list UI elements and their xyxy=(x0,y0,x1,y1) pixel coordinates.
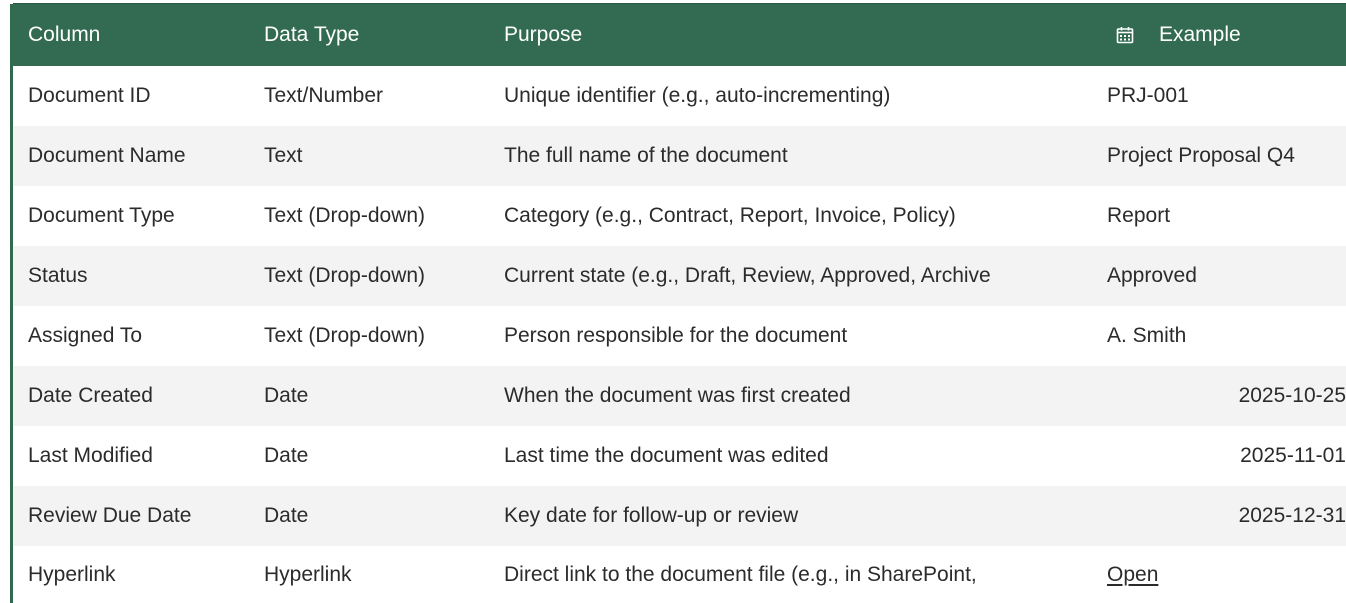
cell-purpose[interactable]: The full name of the document xyxy=(504,126,1106,186)
header-example-label: Example xyxy=(1159,23,1241,46)
cell-example[interactable]: 2025-12-31 xyxy=(1107,486,1346,546)
cell-column[interactable]: Status xyxy=(28,246,258,306)
cell-column[interactable]: Assigned To xyxy=(28,306,258,366)
table-row: Document ID Text/Number Unique identifie… xyxy=(13,66,1346,126)
cell-purpose[interactable]: Category (e.g., Contract, Report, Invoic… xyxy=(504,186,1106,246)
cell-column[interactable]: Date Created xyxy=(28,366,258,426)
table-row: Hyperlink Hyperlink Direct link to the d… xyxy=(13,546,1346,603)
cell-column[interactable]: Review Due Date xyxy=(28,486,258,546)
cell-data-type[interactable]: Date xyxy=(264,366,499,426)
cell-example[interactable]: Open xyxy=(1107,546,1346,603)
cell-purpose[interactable]: Last time the document was edited xyxy=(504,426,1106,486)
table-row: Status Text (Drop-down) Current state (e… xyxy=(13,246,1346,306)
cell-purpose[interactable]: Key date for follow-up or review xyxy=(504,486,1106,546)
cell-purpose[interactable]: Current state (e.g., Draft, Review, Appr… xyxy=(504,246,1106,306)
header-cell-purpose[interactable]: Purpose xyxy=(504,4,1106,66)
table-header-row: Column Data Type Purpose Example xyxy=(13,4,1346,66)
cell-purpose[interactable]: Unique identifier (e.g., auto-incrementi… xyxy=(504,66,1106,126)
cell-example[interactable]: Approved xyxy=(1107,246,1346,306)
cell-purpose[interactable]: When the document was first created xyxy=(504,366,1106,426)
header-cell-example[interactable]: Example xyxy=(1107,4,1346,66)
cell-data-type[interactable]: Hyperlink xyxy=(264,546,499,603)
cell-data-type[interactable]: Date xyxy=(264,426,499,486)
open-link[interactable]: Open xyxy=(1107,563,1158,587)
cell-purpose[interactable]: Person responsible for the document xyxy=(504,306,1106,366)
cell-example[interactable]: Project Proposal Q4 xyxy=(1107,126,1346,186)
cell-column[interactable]: Document ID xyxy=(28,66,258,126)
table-row: Document Type Text (Drop-down) Category … xyxy=(13,186,1346,246)
cell-data-type[interactable]: Text (Drop-down) xyxy=(264,306,499,366)
cell-data-type[interactable]: Text/Number xyxy=(264,66,499,126)
cell-data-type[interactable]: Text xyxy=(264,126,499,186)
cell-example[interactable]: PRJ-001 xyxy=(1107,66,1346,126)
table-row: Last Modified Date Last time the documen… xyxy=(13,426,1346,486)
calendar-icon xyxy=(1115,25,1135,45)
cell-data-type[interactable]: Text (Drop-down) xyxy=(264,186,499,246)
table-row: Review Due Date Date Key date for follow… xyxy=(13,486,1346,546)
header-cell-data-type[interactable]: Data Type xyxy=(264,4,499,66)
spreadsheet-table: Column Data Type Purpose Example Documen… xyxy=(0,0,1346,603)
cell-example[interactable]: 2025-11-01 xyxy=(1107,426,1346,486)
cell-column[interactable]: Hyperlink xyxy=(28,546,258,603)
cell-example[interactable]: Report xyxy=(1107,186,1346,246)
cell-column[interactable]: Document Type xyxy=(28,186,258,246)
cell-column[interactable]: Document Name xyxy=(28,126,258,186)
cell-example[interactable]: A. Smith xyxy=(1107,306,1346,366)
table-row: Date Created Date When the document was … xyxy=(13,366,1346,426)
cell-data-type[interactable]: Text (Drop-down) xyxy=(264,246,499,306)
header-cell-column[interactable]: Column xyxy=(28,4,258,66)
cell-column[interactable]: Last Modified xyxy=(28,426,258,486)
cell-example[interactable]: 2025-10-25 xyxy=(1107,366,1346,426)
cell-data-type[interactable]: Date xyxy=(264,486,499,546)
table-row: Document Name Text The full name of the … xyxy=(13,126,1346,186)
table-row: Assigned To Text (Drop-down) Person resp… xyxy=(13,306,1346,366)
cell-purpose[interactable]: Direct link to the document file (e.g., … xyxy=(504,546,1106,603)
